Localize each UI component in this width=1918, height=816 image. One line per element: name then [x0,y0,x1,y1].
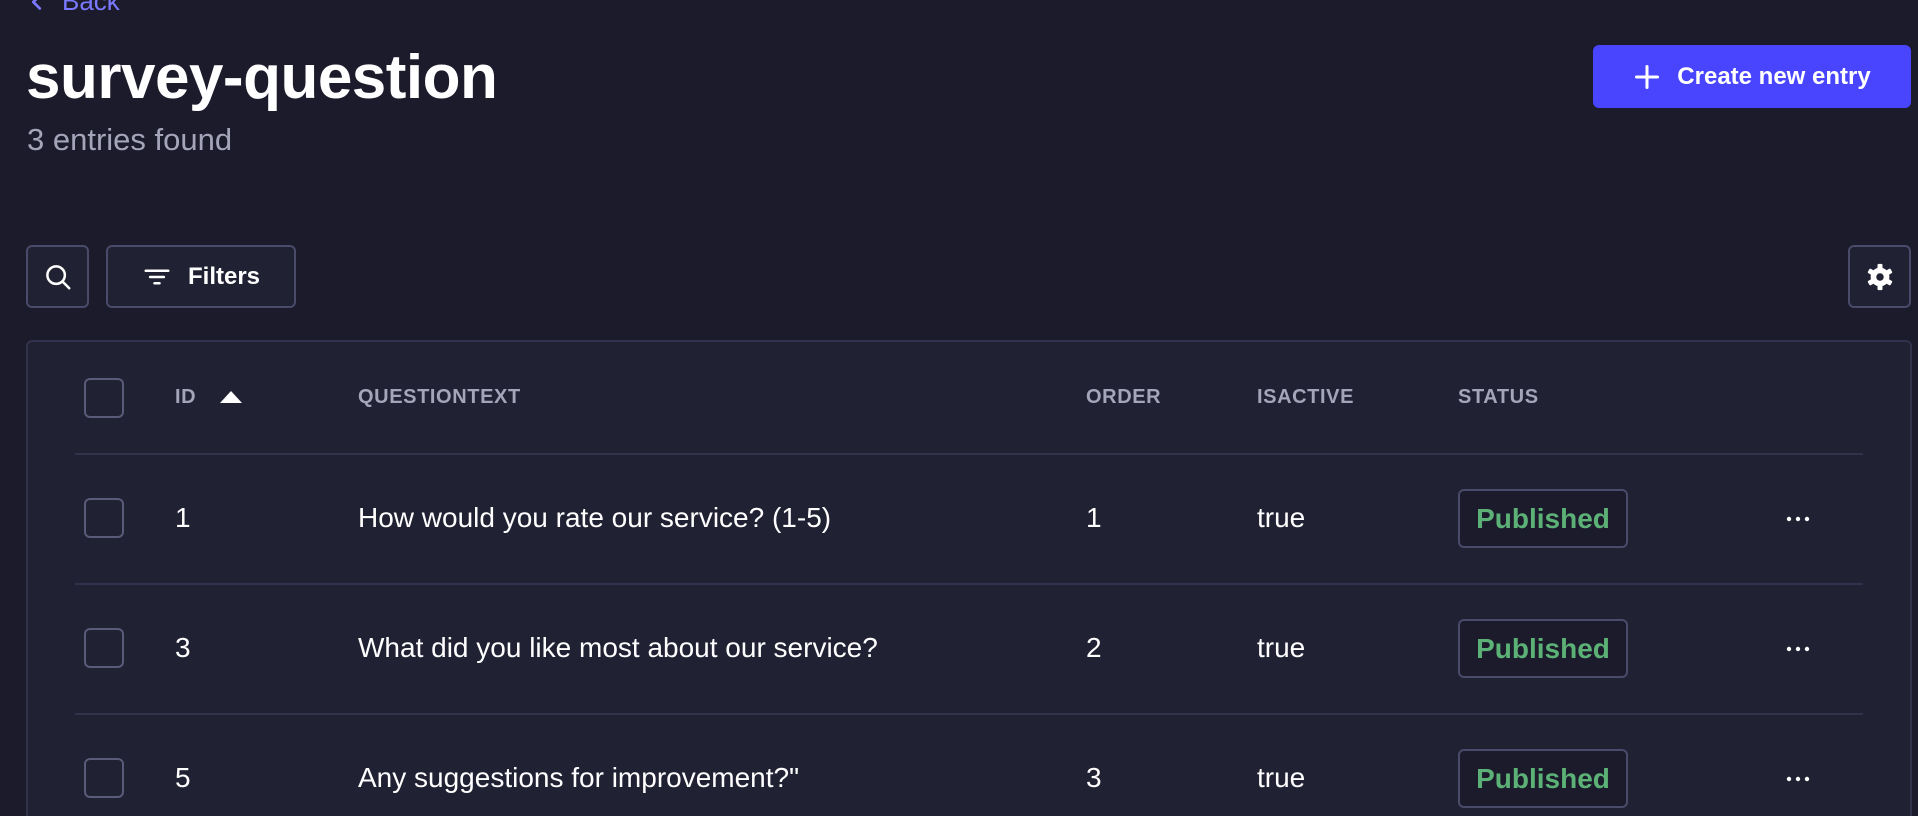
table-settings-button[interactable] [1848,245,1911,308]
page-title: survey-question [26,43,498,112]
cell-questiontext: Any suggestions for improvement?" [358,762,800,793]
row-divider [75,453,1863,455]
sort-ascending-icon[interactable] [218,390,244,404]
cell-isactive: true [1257,762,1306,793]
cell-questiontext: What did you like most about our service… [358,632,878,663]
row-checkbox[interactable] [84,628,124,668]
cell-id: 1 [175,502,191,533]
cell-id: 3 [175,632,191,663]
status-badge: Published [1458,489,1628,548]
plus-icon [1635,64,1660,89]
search-icon [45,264,70,289]
row-checkbox[interactable] [84,758,124,798]
back-link[interactable]: Back [26,0,120,17]
filters-label: Filters [187,262,261,290]
column-header-id[interactable]: ID [175,384,196,410]
column-header-order[interactable]: ORDER [1086,384,1161,410]
row-divider [75,583,1863,585]
cell-questiontext: How would you rate our service? (1-5) [358,502,832,533]
cell-order: 3 [1086,762,1102,793]
cell-order: 2 [1086,632,1102,663]
cell-isactive: true [1257,502,1306,533]
column-header-questiontext[interactable]: QUESTIONTEXT [358,384,521,410]
more-horizontal-icon [1786,516,1810,522]
select-all-checkbox[interactable] [84,378,124,418]
filter-icon [144,269,170,284]
content-manager-page: Back survey-question 3 entries found Cre… [0,0,1918,816]
row-actions-button[interactable] [1778,629,1818,669]
entries-table [26,340,1912,816]
cell-id: 5 [175,762,191,793]
row-divider [75,713,1863,715]
row-checkbox[interactable] [84,498,124,538]
status-badge: Published [1458,749,1628,808]
cell-isactive: true [1257,632,1306,663]
create-new-entry-label: Create new entry [1677,62,1871,90]
column-header-status[interactable]: STATUS [1458,384,1539,410]
search-button[interactable] [26,245,89,308]
status-badge: Published [1458,619,1628,678]
row-actions-button[interactable] [1778,499,1818,539]
filters-button[interactable]: Filters [106,245,296,308]
chevron-left-icon [31,0,42,10]
entries-count: 3 entries found [27,122,233,157]
back-link-label: Back [62,0,120,16]
row-actions-button[interactable] [1778,759,1818,799]
column-header-isactive[interactable]: ISACTIVE [1257,384,1354,410]
gear-icon [1867,263,1892,290]
create-new-entry-button[interactable]: Create new entry [1593,45,1911,108]
cell-order: 1 [1086,502,1102,533]
more-horizontal-icon [1786,776,1810,782]
more-horizontal-icon [1786,646,1810,652]
